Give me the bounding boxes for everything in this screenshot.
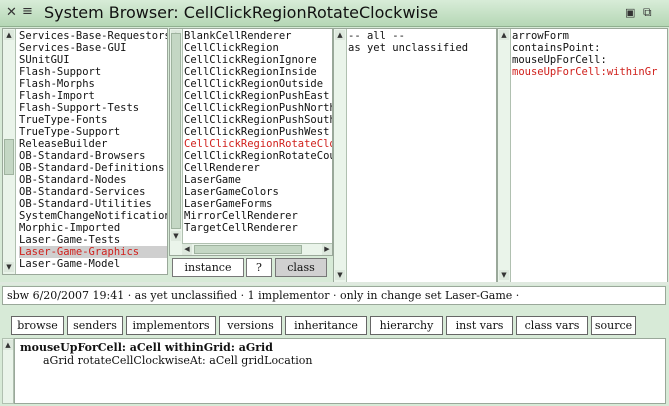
method-vertical-scrollbar[interactable]: ▲ ▼ [498, 29, 511, 282]
method-list-item[interactable]: containsPoint: [512, 42, 667, 54]
category-list-item[interactable]: TrueType-Support [19, 126, 167, 138]
category-list-item[interactable]: OB-Standard-Utilities [19, 198, 167, 210]
category-list-item[interactable]: OB-Standard-Services [19, 186, 167, 198]
category-list-item[interactable]: OB-Standard-Browsers [19, 150, 167, 162]
class-list-item[interactable]: LaserGameForms [184, 198, 332, 210]
protocol-list-item[interactable]: as yet unclassified [348, 42, 496, 54]
code-editor[interactable]: mouseUpForCell: aCell withinGrid: aGrid … [14, 338, 666, 404]
class-vertical-scrollbar[interactable]: ▲ ▼ [170, 29, 183, 255]
class-list-item[interactable]: LaserGameColors [184, 186, 332, 198]
pane-splitter[interactable] [0, 282, 669, 285]
category-list-item[interactable]: Flash-Morphs [19, 78, 167, 90]
category-list-item[interactable]: Laser-Game-Tests [19, 234, 167, 246]
category-list-pane[interactable]: Services-Base-Requestors Services-Base-GU… [2, 28, 168, 275]
category-list-item[interactable]: Flash-Import [19, 90, 167, 102]
protocol-vertical-scrollbar[interactable]: ▲ ▼ [334, 29, 347, 282]
class-list-item[interactable]: CellClickRegionRotateClock [184, 138, 332, 150]
scroll-up-arrow-icon[interactable]: ▲ [499, 30, 509, 40]
scroll-left-arrow-icon[interactable]: ◀ [182, 244, 192, 255]
class-horizontal-scrollbar[interactable]: ◀ ▶ [182, 243, 332, 255]
collapse-icon[interactable]: ▣ [625, 6, 635, 19]
close-icon[interactable]: ✕ [6, 5, 17, 20]
method-list-item[interactable]: mouseUpForCell:withinGr [512, 66, 667, 78]
category-list-item[interactable]: Services-Base-Requestors [19, 30, 167, 42]
scroll-thumb[interactable] [4, 139, 14, 175]
system-browser-window: ✕ ≡ System Browser: CellClickRegionRotat… [0, 0, 669, 406]
category-vertical-scrollbar[interactable]: ▲ ▼ [3, 29, 16, 274]
implementors-button[interactable]: implementors [126, 316, 216, 335]
scroll-right-arrow-icon[interactable]: ▶ [322, 244, 332, 255]
class-list-item[interactable]: CellClickRegionIgnore [184, 54, 332, 66]
scroll-up-arrow-icon[interactable]: ▲ [4, 30, 14, 40]
class-vars-button[interactable]: class vars [516, 316, 588, 335]
hierarchy-button[interactable]: hierarchy [370, 316, 443, 335]
category-list-item[interactable]: Laser-Game-Model [19, 258, 167, 270]
class-side-button[interactable]: class [275, 258, 327, 277]
class-list-item[interactable]: CellClickRegionInside [184, 66, 332, 78]
scroll-up-arrow-icon[interactable]: ▲ [335, 30, 345, 40]
category-list-item[interactable]: SystemChangeNotification [19, 210, 167, 222]
browser-button-bar: browse senders implementors versions inherit… [0, 316, 669, 335]
browse-button[interactable]: browse [11, 316, 64, 335]
category-list-item[interactable]: Morphic-Imported [19, 222, 167, 234]
class-list-item[interactable]: CellClickRegionOutside [184, 78, 332, 90]
code-vertical-scrollbar[interactable]: ▲ [2, 338, 14, 404]
title-bar[interactable]: ✕ ≡ System Browser: CellClickRegionRotat… [0, 0, 669, 27]
scroll-thumb[interactable] [171, 33, 181, 229]
scroll-down-arrow-icon[interactable]: ▼ [335, 270, 345, 280]
class-list-item[interactable]: CellClickRegionPushEast [184, 90, 332, 102]
class-list-item[interactable]: LaserGame [184, 174, 332, 186]
category-list-item[interactable]: SUnitGUI [19, 54, 167, 66]
class-list-item[interactable]: CellClickRegionPushSouth [184, 114, 332, 126]
protocol-list-item[interactable]: -- all -- [348, 30, 496, 42]
inst-vars-button[interactable]: inst vars [446, 316, 513, 335]
class-list-item[interactable]: BlankCellRenderer [184, 30, 332, 42]
method-list-item[interactable]: arrowForm [512, 30, 667, 42]
category-list-item[interactable]: Services-Base-GUI [19, 42, 167, 54]
expand-icon[interactable]: ⧉ [643, 5, 652, 20]
help-button[interactable]: ? [246, 258, 272, 277]
scroll-up-arrow-icon[interactable]: ▲ [3, 340, 13, 350]
category-list-item[interactable]: Flash-Support [19, 66, 167, 78]
class-list-item[interactable]: TargetCellRenderer [184, 222, 332, 234]
category-list-item[interactable]: Laser-Game-Graphics [19, 246, 167, 258]
category-list-item[interactable]: OB-Standard-Nodes [19, 174, 167, 186]
class-list-pane[interactable]: BlankCellRenderer CellClickRegion CellClic… [169, 28, 333, 256]
versions-button[interactable]: versions [219, 316, 282, 335]
class-list-item[interactable]: MirrorCellRenderer [184, 210, 332, 222]
window-menu-icon[interactable]: ≡ [22, 4, 33, 19]
inheritance-button[interactable]: inheritance [285, 316, 367, 335]
category-list-item[interactable]: OB-Standard-Definitions [19, 162, 167, 174]
class-list-item[interactable]: CellClickRegionPushNorth [184, 102, 332, 114]
category-list-item[interactable]: TrueType-Fonts [19, 114, 167, 126]
protocol-list-pane[interactable]: -- all -- as yet unclassified ▲ ▼ [333, 28, 497, 283]
instance-side-button[interactable]: instance [172, 258, 244, 277]
category-list-item[interactable]: Flash-Support-Tests [19, 102, 167, 114]
class-list-item[interactable]: CellRenderer [184, 162, 332, 174]
category-list-item[interactable]: ReleaseBuilder [19, 138, 167, 150]
source-button[interactable]: source [591, 316, 636, 335]
method-body: aGrid rotateCellClockwiseAt: aCell gridL… [43, 354, 313, 367]
scroll-down-arrow-icon[interactable]: ▼ [499, 270, 509, 280]
method-signature: mouseUpForCell: aCell withinGrid: aGrid [20, 341, 273, 354]
class-list-item[interactable]: CellClickRegionPushWest [184, 126, 332, 138]
scroll-down-arrow-icon[interactable]: ▼ [171, 231, 181, 241]
scroll-down-arrow-icon[interactable]: ▼ [4, 262, 14, 272]
method-info-line: sbw 6/20/2007 19:41 · as yet unclassifie… [2, 286, 666, 305]
method-list-pane[interactable]: arrowForm containsPoint: mouseUpForCell: mo… [497, 28, 668, 283]
class-list-item[interactable]: CellClickRegionRotateCoun [184, 150, 332, 162]
class-list-item[interactable]: CellClickRegion [184, 42, 332, 54]
scroll-thumb[interactable] [194, 245, 302, 254]
method-list-item[interactable]: mouseUpForCell: [512, 54, 667, 66]
senders-button[interactable]: senders [67, 316, 123, 335]
window-title: System Browser: CellClickRegionRotateClo… [44, 3, 439, 22]
